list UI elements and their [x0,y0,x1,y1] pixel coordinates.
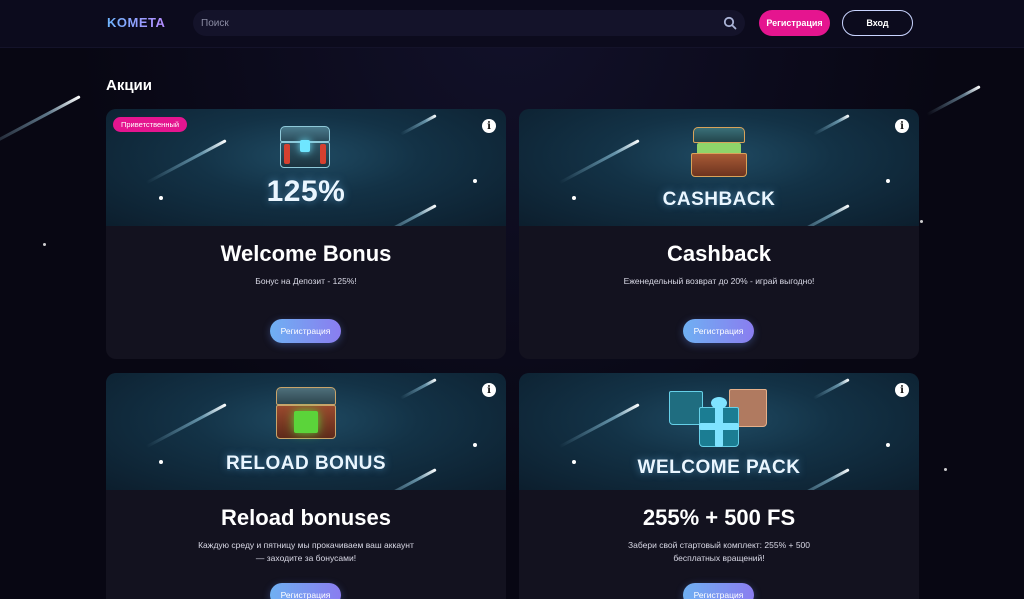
section-title: Акции [106,77,153,94]
gift-boxes-icon [665,379,773,453]
top-header: KOMETA Регистрация Вход [0,0,1024,48]
chest-icon [274,387,338,441]
banner-text: RELOAD BONUS [225,453,387,474]
promo-description: Каждую среду и пятницу мы прокачиваем ва… [198,540,414,563]
promo-title: Reload bonuses [221,505,391,530]
banner-text: 125% [266,175,346,208]
comet-decoration [399,114,437,136]
comet-decoration [812,114,850,136]
promo-card-welcome-pack[interactable]: WELCOME PACK i 255% + 500 FS Забери свой… [519,373,919,599]
promo-description: Еженедельный возврат до 20% - играй выго… [623,276,815,286]
promo-register-button[interactable]: Регистрация [270,319,341,343]
background-comet [0,95,81,155]
comet-decoration [812,378,850,400]
promo-title: Cashback [667,241,771,266]
comet-decoration [558,403,640,449]
star-decoration [886,443,890,447]
info-icon[interactable]: i [482,383,496,397]
banner-text: CASHBACK [662,189,776,210]
promo-card-cashback[interactable]: CASHBACK i Cashback Еженедельный возврат… [519,109,919,359]
promo-description: Бонус на Депозит - 125%! [255,276,357,286]
info-icon[interactable]: i [895,119,909,133]
chest-icon [278,126,332,170]
promo-banner: 125% i Приветственный [106,109,506,226]
info-icon[interactable]: i [895,383,909,397]
promo-banner: RELOAD BONUS i [106,373,506,490]
promo-register-button[interactable]: Регистрация [683,319,754,343]
background-star [43,243,46,246]
search-icon[interactable] [723,16,737,30]
page: KOMETA Регистрация Вход Акции [0,0,1024,599]
promo-description: Забери свой стартовый комплект: 255% + 5… [628,540,810,563]
star-decoration [886,179,890,183]
comet-decoration [145,403,227,449]
login-button[interactable]: Вход [842,10,913,36]
star-decoration [473,443,477,447]
background-comet [926,85,981,116]
promo-banner: CASHBACK i [519,109,919,226]
info-icon[interactable]: i [482,119,496,133]
promo-register-button[interactable]: Регистрация [270,583,341,599]
banner-text: WELCOME PACK [637,457,801,478]
promo-card-welcome-bonus[interactable]: 125% i Приветственный Welcome Bonus Бону… [106,109,506,359]
search-bar[interactable] [193,10,745,36]
open-chest-icon [689,127,749,179]
search-input[interactable] [201,10,701,36]
background-star [920,220,923,223]
welcome-badge: Приветственный [113,117,188,132]
promo-register-button[interactable]: Регистрация [683,583,754,599]
kometa-logo[interactable]: KOMETA [107,15,165,30]
promo-title: 255% + 500 FS [642,505,796,530]
comet-decoration [558,139,640,185]
comet-decoration [399,378,437,400]
promo-banner: WELCOME PACK i [519,373,919,490]
background-star [944,468,947,471]
promo-card-reload-bonuses[interactable]: RELOAD BONUS i Reload bonuses Каждую сре… [106,373,506,599]
register-button[interactable]: Регистрация [759,10,830,36]
promo-title: Welcome Bonus [220,241,392,266]
